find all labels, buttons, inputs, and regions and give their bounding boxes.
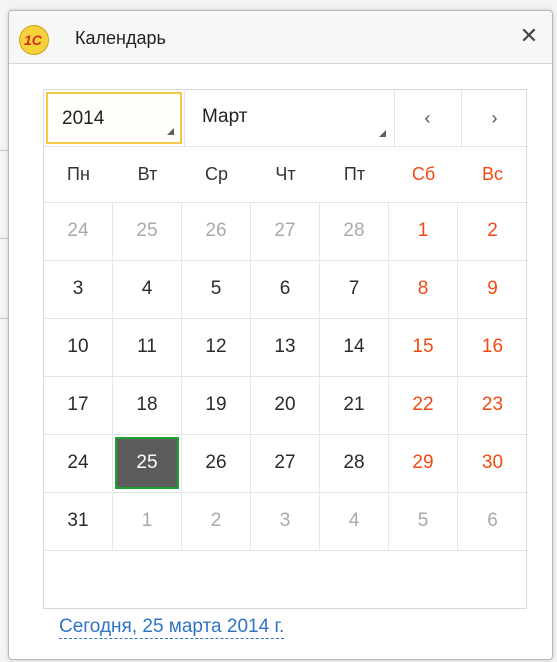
calendar-day[interactable]: 9 [458,260,527,318]
weekday-label: Вс [481,164,503,184]
calendar-day[interactable]: 26 [182,434,251,492]
calendar-day[interactable]: 5 [182,260,251,318]
calendar-day[interactable]: 23 [458,376,527,434]
calendar-day[interactable]: 27 [251,434,320,492]
weekday-header: Пн Вт Ср Чт Пт Сб Вс [44,146,528,203]
selected-day-highlight: 25 [115,437,179,489]
calendar-day[interactable]: 24 [44,202,113,260]
calendar-day[interactable]: 8 [389,260,458,318]
calendar-day[interactable]: 21 [320,376,389,434]
calendar-day[interactable]: 1 [389,202,458,260]
calendar-day[interactable]: 17 [44,376,113,434]
1c-logo-icon: 1C [19,25,49,55]
window-title: Календарь [75,28,166,48]
calendar-day[interactable]: 3 [251,492,320,550]
title-bar: 1C Календарь ✕ [9,11,552,64]
close-icon[interactable]: ✕ [516,23,542,49]
calendar-day[interactable]: 7 [320,260,389,318]
weekday-label: Ср [204,164,228,184]
calendar-day[interactable]: 5 [389,492,458,550]
calendar-day[interactable]: 18 [113,376,182,434]
prev-month-button[interactable]: ‹ [394,90,461,146]
weekday-label: Пт [343,164,366,184]
calendar-header: 2014 Март ‹ › [44,90,528,147]
calendar-day[interactable]: 2 [458,202,527,260]
dropdown-corner-icon [167,128,174,135]
calendar-day[interactable]: 20 [251,376,320,434]
calendar-day[interactable]: 4 [113,260,182,318]
calendar-week-row: 31 1 2 3 4 5 6 [44,492,528,551]
calendar-widget: 2014 Март ‹ › Пн Вт Ср Чт Пт Сб Вс 24 25 26 27 28 1… [43,89,528,609]
today-link[interactable]: Сегодня, 25 марта 2014 г. [59,616,285,639]
calendar-day[interactable]: 15 [389,318,458,376]
calendar-day[interactable]: 19 [182,376,251,434]
calendar-day[interactable]: 26 [182,202,251,260]
calendar-day[interactable]: 4 [320,492,389,550]
weekday-label: Чт [275,164,296,184]
weekday-label: Сб [411,164,436,184]
calendar-day[interactable]: 10 [44,318,113,376]
calendar-day[interactable]: 27 [251,202,320,260]
calendar-day[interactable]: 30 [458,434,527,492]
weekday-label: Вт [137,164,158,184]
calendar-grid: Пн Вт Ср Чт Пт Сб Вс 24 25 26 27 28 1 2 3 4 5 6 7 8 9 10 11 12… [44,146,528,552]
calendar-day-selected[interactable]: 25 [113,434,182,492]
calendar-day[interactable]: 16 [458,318,527,376]
calendar-week-row: 17 18 19 20 21 22 23 [44,376,528,435]
calendar-day[interactable]: 28 [320,202,389,260]
weekday-label: Пн [67,164,90,184]
calendar-day[interactable]: 31 [44,492,113,550]
calendar-dialog: 1C Календарь ✕ 2014 Март ‹ › Пн Вт Ср Чт Пт С… [8,10,553,660]
calendar-day[interactable]: 2 [182,492,251,550]
calendar-day[interactable]: 24 [44,434,113,492]
calendar-day[interactable]: 29 [389,434,458,492]
calendar-day[interactable]: 14 [320,318,389,376]
calendar-day[interactable]: 1 [113,492,182,550]
calendar-day[interactable]: 25 [113,202,182,260]
logo-text: 1C [24,32,42,48]
calendar-day[interactable]: 22 [389,376,458,434]
month-value: Март [202,106,248,127]
calendar-week-row: 3456789 [44,260,528,319]
next-month-button[interactable]: › [461,90,528,146]
calendar-week-row: 24 25 26 27 28 1 2 [44,202,528,261]
calendar-day[interactable]: 6 [251,260,320,318]
year-select[interactable]: 2014 [46,92,182,144]
calendar-day[interactable]: 6 [458,492,527,550]
calendar-week-row: 24 25 26 27 28 29 30 [44,434,528,493]
calendar-day[interactable]: 11 [113,318,182,376]
calendar-day[interactable]: 12 [182,318,251,376]
calendar-week-row: 10 11 12 13 14 15 16 [44,318,528,377]
calendar-day[interactable]: 28 [320,434,389,492]
calendar-day[interactable]: 3 [44,260,113,318]
year-value: 2014 [62,108,105,129]
month-select[interactable]: Март [184,92,392,144]
dropdown-corner-icon [379,130,386,137]
calendar-day[interactable]: 13 [251,318,320,376]
